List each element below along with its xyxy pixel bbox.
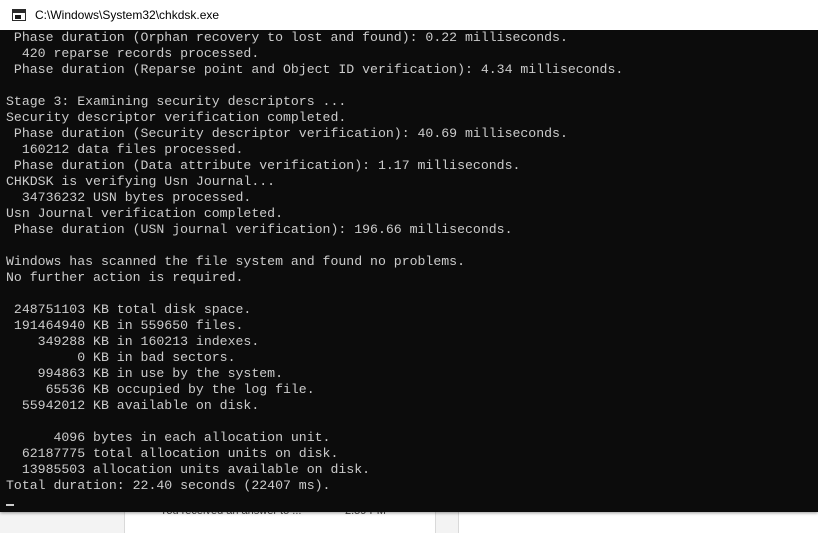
console-line: 0 KB in bad sectors. [6, 350, 236, 365]
console-line: Phase duration (USN journal verification… [6, 222, 513, 237]
console-line: 34736232 USN bytes processed. [6, 190, 252, 205]
console-line: 13985503 allocation units available on d… [6, 462, 371, 477]
background-reading-pane [458, 510, 818, 533]
console-line: Security descriptor verification complet… [6, 110, 347, 125]
console-line: 349288 KB in 160213 indexes. [6, 334, 260, 349]
text-cursor [6, 504, 14, 506]
console-line: Phase duration (Security descriptor veri… [6, 126, 568, 141]
title-bar[interactable]: C:\Windows\System32\chkdsk.exe [0, 0, 818, 30]
console-line: 65536 KB occupied by the log file. [6, 382, 315, 397]
desktop: You received an answer to ... 2:59 PM C:… [0, 0, 818, 533]
console-line: No further action is required. [6, 270, 244, 285]
window-title: C:\Windows\System32\chkdsk.exe [35, 8, 220, 22]
console-line: Usn Journal verification completed. [6, 206, 283, 221]
console-line: 191464940 KB in 559650 files. [6, 318, 244, 333]
console-line: 420 reparse records processed. [6, 46, 260, 61]
console-line: CHKDSK is verifying Usn Journal... [6, 174, 276, 189]
console-lines: Phase duration (Orphan recovery to lost … [0, 30, 818, 494]
console-line: 55942012 KB available on disk. [6, 398, 260, 413]
console-line: Total duration: 22.40 seconds (22407 ms)… [6, 478, 331, 493]
console-line: Phase duration (Reparse point and Object… [6, 62, 624, 77]
console-line: 994863 KB in use by the system. [6, 366, 283, 381]
console-line: 4096 bytes in each allocation unit. [6, 430, 331, 445]
console-line: 248751103 KB total disk space. [6, 302, 252, 317]
console-line: Stage 3: Examining security descriptors … [6, 94, 347, 109]
console-app-icon[interactable] [12, 9, 26, 21]
console-line: Windows has scanned the file system and … [6, 254, 465, 269]
console-line: 62187775 total allocation units on disk. [6, 446, 339, 461]
console-line: 160212 data files processed. [6, 142, 244, 157]
console-output[interactable]: Phase duration (Orphan recovery to lost … [0, 30, 818, 512]
console-line: Phase duration (Data attribute verificat… [6, 158, 521, 173]
console-window[interactable]: C:\Windows\System32\chkdsk.exe Phase dur… [0, 0, 818, 512]
console-line: Phase duration (Orphan recovery to lost … [6, 30, 568, 45]
